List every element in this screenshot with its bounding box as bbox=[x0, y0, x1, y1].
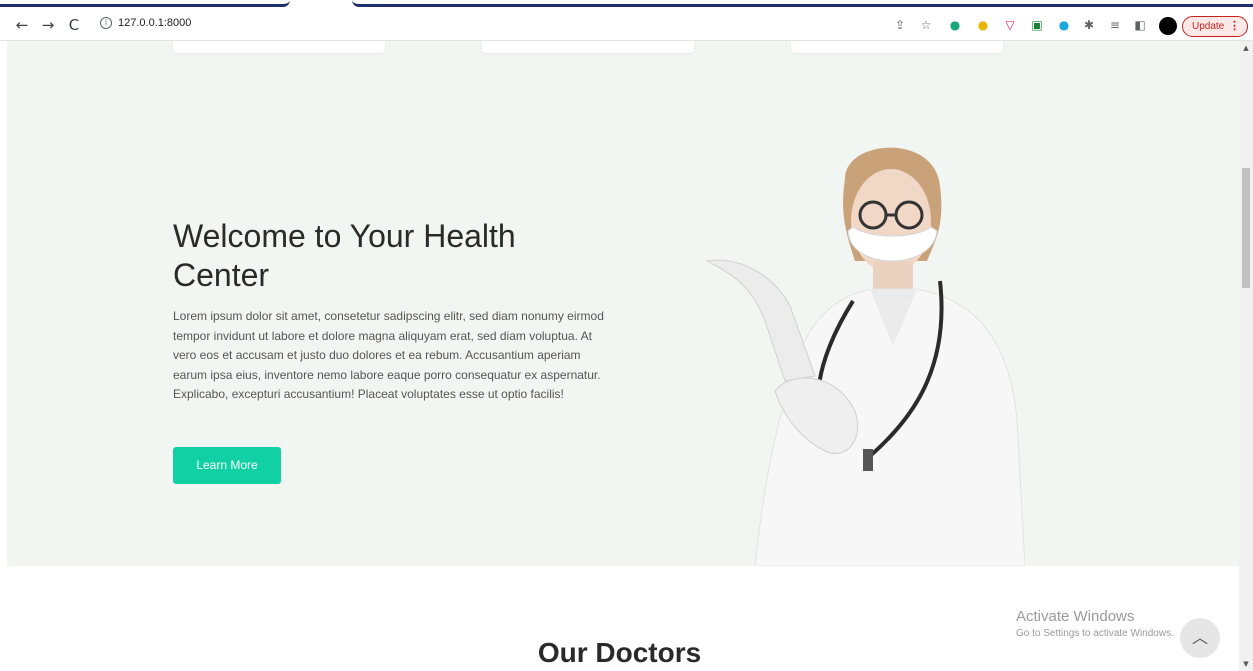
vertical-scrollbar[interactable]: ▲ ▼ bbox=[1239, 41, 1253, 671]
tab-strip-edge-right bbox=[352, 0, 1253, 7]
update-button-label: Update bbox=[1192, 21, 1225, 32]
site-info-icon[interactable]: i bbox=[100, 17, 112, 29]
chevron-up-icon: ︿ bbox=[1191, 628, 1208, 647]
watermark-line-2: Go to Settings to activate Windows. bbox=[1016, 628, 1174, 639]
extension-blue-icon[interactable]: ● bbox=[1057, 18, 1071, 32]
feature-card bbox=[173, 41, 385, 53]
forward-arrow-icon[interactable]: → bbox=[38, 15, 58, 35]
extension-box-icon[interactable]: ▣ bbox=[1030, 18, 1044, 32]
feature-card bbox=[482, 41, 694, 53]
tab-strip-edge-left bbox=[0, 0, 290, 7]
reading-list-icon[interactable]: ≡ bbox=[1108, 18, 1122, 32]
address-bar-url[interactable]: 127.0.0.1:8000 bbox=[118, 17, 191, 29]
pocket-icon[interactable]: ▽ bbox=[1003, 18, 1017, 32]
feature-card bbox=[791, 41, 1003, 53]
scrollbar-thumb[interactable] bbox=[1242, 168, 1250, 288]
scroll-down-arrow-icon[interactable]: ▼ bbox=[1239, 657, 1253, 671]
browser-toolbar: ← → C i 127.0.0.1:8000 ⇪ ☆ ● ● ▽ ▣ ● ✱ ≡… bbox=[0, 8, 1253, 41]
watermark-line-1: Activate Windows bbox=[1016, 608, 1135, 625]
scroll-to-top-button[interactable]: ︿ bbox=[1180, 618, 1220, 658]
update-button[interactable]: Update ⋮ bbox=[1182, 16, 1248, 37]
windows-activation-watermark: Activate Windows Go to Settings to activ… bbox=[1016, 607, 1174, 641]
extension-green-icon[interactable]: ● bbox=[948, 18, 962, 32]
share-icon[interactable]: ⇪ bbox=[893, 18, 907, 32]
profile-avatar[interactable] bbox=[1159, 17, 1177, 35]
bookmark-star-icon[interactable]: ☆ bbox=[919, 18, 933, 32]
hero-title: Welcome to Your Health Center bbox=[173, 218, 516, 293]
side-panel-icon[interactable]: ◧ bbox=[1133, 18, 1147, 32]
back-arrow-icon[interactable]: ← bbox=[12, 15, 32, 35]
scroll-up-arrow-icon[interactable]: ▲ bbox=[1239, 41, 1253, 55]
hero-section: Welcome to Your Health Center Lorem ipsu… bbox=[7, 41, 1239, 566]
tab-strip bbox=[0, 0, 1253, 8]
more-menu-icon: ⋮ bbox=[1229, 20, 1240, 32]
reload-icon[interactable]: C bbox=[64, 15, 84, 35]
doctor-image bbox=[705, 147, 1025, 566]
address-bar[interactable]: i 127.0.0.1:8000 bbox=[92, 13, 872, 37]
extension-yellow-icon[interactable]: ● bbox=[976, 18, 990, 32]
learn-more-button[interactable]: Learn More bbox=[173, 447, 281, 484]
puzzle-icon[interactable]: ✱ bbox=[1082, 18, 1096, 32]
doctors-section-title: Our Doctors bbox=[537, 637, 702, 668]
page-viewport: Welcome to Your Health Center Lorem ipsu… bbox=[0, 41, 1239, 671]
hero-description: Lorem ipsum dolor sit amet, consetetur s… bbox=[173, 309, 604, 401]
